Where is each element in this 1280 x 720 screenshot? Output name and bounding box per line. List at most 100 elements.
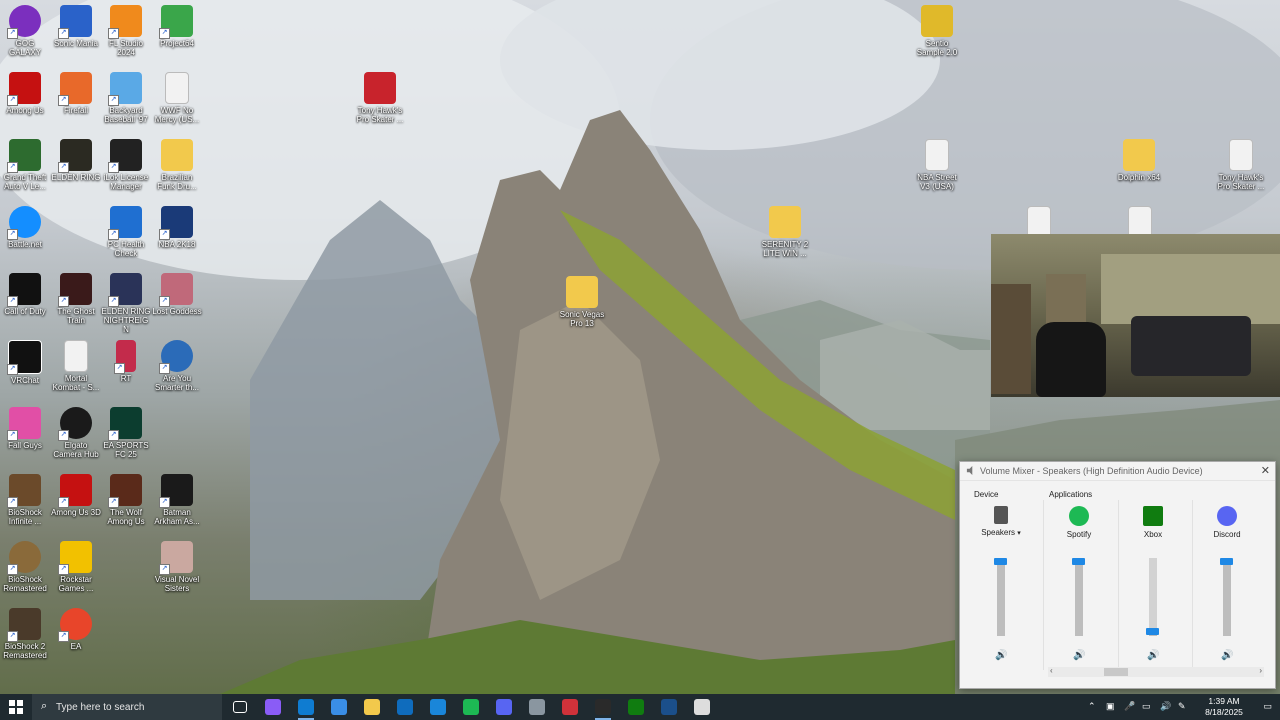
desktop-icon[interactable]: ↗ Grand Theft Auto V Le... [0,139,50,191]
desktop-icon[interactable]: ↗ iLok License Manager [101,139,151,191]
close-button[interactable]: ✕ [1261,462,1270,480]
taskbar-app-white-button[interactable] [686,694,718,720]
desktop-icon[interactable]: ↗ Call of Duty [0,273,50,316]
desktop-icon[interactable]: ↗ Are You Smarter th... [152,340,202,392]
mute-speaker-icon[interactable]: 🔊 [1221,650,1233,661]
taskbar-photos-button[interactable] [422,694,454,720]
desktop-icon[interactable]: ↗ Rockstar Games ... [51,541,101,593]
desktop-icon[interactable]: Brazilian Funk Dru... [152,139,202,191]
pen-icon[interactable]: ✎ [1178,701,1186,712]
slider-thumb[interactable] [1072,558,1085,565]
taskbar-edge-button[interactable] [290,694,322,720]
xbox-icon[interactable] [1143,506,1163,526]
outlook-icon [397,699,413,715]
taskbar-xbox-button[interactable] [620,694,652,720]
desktop-icon[interactable]: ↗ Fall Guys [0,407,50,450]
lost-goddess-icon: ↗ [159,273,193,307]
volume-icon[interactable]: 🔊 [1160,701,1171,712]
xbox-volume-slider[interactable] [1146,558,1159,636]
desktop-icon[interactable]: ↗ Elgato Camera Hub [51,407,101,459]
desktop-icon[interactable]: ↗ PC Health Check [101,206,151,258]
scrollbar-thumb[interactable] [1104,668,1128,676]
desktop-icon[interactable]: ↗ FL Studio 2024 [101,5,151,57]
taskbar-epic-games-button[interactable] [587,694,619,720]
desktop-icon[interactable]: ↗ RT [101,340,151,383]
desktop-icon[interactable]: ↗ Sonic Mania [51,5,101,48]
desktop-icon[interactable]: Sonic Vegas Pro 13 [557,276,607,328]
desktop-icon[interactable]: ↗ Among Us [0,72,50,115]
discord-icon[interactable] [1217,506,1237,526]
desktop-icon[interactable]: ↗ Backyard Baseball '97 [101,72,151,124]
device-dropdown[interactable]: Speakers ▾ [966,528,1036,537]
notifications-icon[interactable]: ▭ [1263,701,1272,712]
spotify-icon[interactable] [1069,506,1089,526]
desktop-icon[interactable]: ↗ The Wolf Among Us [101,474,151,526]
desktop-icon[interactable]: Tony Hawk's Pro Skater ... [1216,139,1266,191]
desktop-icon[interactable]: ↗ NBA 2K18 [152,206,202,249]
scroll-right-icon[interactable]: › [1259,666,1262,675]
mute-speaker-icon[interactable]: 🔊 [995,650,1007,661]
desktop-icon[interactable]: SERENITY 2 LITE WIN ... [760,206,810,258]
desktop-icon[interactable]: ↗ GOG GALAXY [0,5,50,57]
desktop-icon[interactable]: ↗ Battle.net [0,206,50,249]
desktop-icon[interactable]: ↗ ELDEN RING [51,139,101,182]
device-volume-slider[interactable] [994,558,1007,636]
desktop-icon[interactable]: NBA Street V3 (USA) [912,139,962,191]
desktop-icon[interactable]: ↗ BioShock 2 Remastered [0,608,50,660]
taskbar-app-generic-button[interactable] [521,694,553,720]
desktop-icon[interactable]: Dolphin x64 [1114,139,1164,182]
rt-icon: ↗ [114,340,136,374]
start-button[interactable] [0,694,32,720]
desktop-icon[interactable]: Tony Hawk's Pro Skater ... [355,72,405,124]
slider-fill [1075,558,1083,636]
desktop-icon[interactable]: ↗ Among Us 3D [51,474,101,517]
steam-icon [661,699,677,715]
chevron-up-icon[interactable]: ⌃ [1088,701,1096,712]
taskbar-task-view-button[interactable] [224,694,256,720]
desktop-icon[interactable]: ↗ ELDEN RING NIGHTREIGN [101,273,151,334]
microphone-icon[interactable]: 🎤 [1124,701,1135,712]
taskbar-copilot-button[interactable] [257,694,289,720]
spotify-volume-slider[interactable] [1072,558,1085,636]
network-icon[interactable]: ▭ [1142,701,1151,712]
among-us-icon: ↗ [7,72,41,106]
desktop-icon[interactable]: ↗ Batman Arkham As... [152,474,202,526]
taskbar-steam-button[interactable] [653,694,685,720]
desktop-icon[interactable]: WWF No Mercy (US... [152,72,202,124]
cam-shelf [991,284,1031,394]
scroll-left-icon[interactable]: ‹ [1050,666,1053,675]
taskbar-outlook-button[interactable] [389,694,421,720]
slider-thumb[interactable] [1220,558,1233,565]
desktop-icon[interactable]: ↗ EA [51,608,101,651]
desktop-icon[interactable]: ↗ Visual Novel Sisters [152,541,202,593]
mute-speaker-icon[interactable]: 🔊 [1147,650,1159,661]
ilok-icon: ↗ [108,139,142,173]
desktop-icon[interactable]: ↗ Firefall [51,72,101,115]
file-icon [925,139,949,171]
volume-mixer-titlebar[interactable]: Volume Mixer - Speakers (High Definition… [960,462,1275,481]
taskbar-discord-button[interactable] [488,694,520,720]
desktop-icon[interactable]: Mortal Kombat - S... [51,340,101,392]
taskbar-app-red-button[interactable] [554,694,586,720]
taskbar: ⌕ Type here to search ⌃ ▣ 🎤 ▭ 🔊 ✎ 1:39 A… [0,694,1280,720]
desktop-icon[interactable]: ↗ BioShock Infinite ... [0,474,50,526]
slider-thumb[interactable] [1146,628,1159,635]
desktop-icon[interactable]: ↗ VRChat [0,340,50,385]
desktop-icon[interactable]: ↗ BioShock Remastered [0,541,50,593]
desktop-icon[interactable]: ↗ Lost Goddess [152,273,202,316]
taskbar-file-explorer-button[interactable] [356,694,388,720]
tray-app-icon[interactable]: ▣ [1106,701,1115,712]
horizontal-scrollbar[interactable]: ‹ › [1048,666,1264,677]
desktop-icon[interactable]: ↗ EA SPORTS FC 25 [101,407,151,459]
taskbar-clock[interactable]: 1:39 AM 8/18/2025 [1198,696,1250,718]
desktop-icon[interactable]: Sentio Sample 2.0 [912,5,962,57]
taskbar-store-button[interactable] [323,694,355,720]
discord-volume-slider[interactable] [1220,558,1233,636]
speakers-device-icon[interactable] [994,506,1008,524]
desktop-icon[interactable]: ↗ Project64 [152,5,202,48]
slider-thumb[interactable] [994,558,1007,565]
taskbar-search-box[interactable]: ⌕ Type here to search [32,694,222,720]
mute-speaker-icon[interactable]: 🔊 [1073,650,1085,661]
desktop-icon[interactable]: ↗ The Ghost Train [51,273,101,325]
taskbar-spotify-button[interactable] [455,694,487,720]
